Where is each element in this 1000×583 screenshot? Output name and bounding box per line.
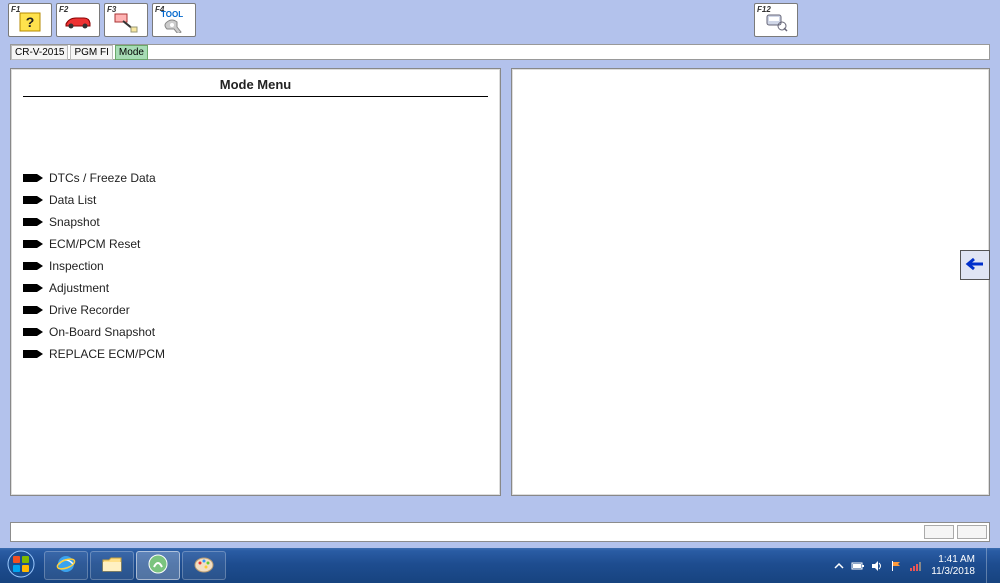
tray-date-text: 11/3/2018 xyxy=(931,566,975,578)
start-button[interactable] xyxy=(0,548,42,583)
breadcrumb-bar: CR-V-2015 PGM FI Mode xyxy=(10,44,990,60)
taskbar-ie[interactable] xyxy=(44,551,88,580)
pointing-hand-icon xyxy=(23,259,43,273)
content-area: Mode Menu DTCs / Freeze Data Data List S… xyxy=(10,68,990,496)
f4-button[interactable]: F4 TOOL xyxy=(152,3,196,37)
pointing-hand-icon xyxy=(23,237,43,251)
divider xyxy=(23,96,488,97)
toolbar: F1 ? F2 F3 F4 TOOL F12 xyxy=(0,0,1000,40)
menu-item[interactable]: REPLACE ECM/PCM xyxy=(23,343,494,365)
menu-item[interactable]: Inspection xyxy=(23,255,494,277)
menu-item-label: Inspection xyxy=(49,259,104,273)
menu-item-label: ECM/PCM Reset xyxy=(49,237,140,251)
f2-button[interactable]: F2 xyxy=(56,3,100,37)
tray-up-icon[interactable] xyxy=(832,559,846,573)
tool-icon: TOOL xyxy=(159,11,189,33)
arrow-left-icon xyxy=(965,257,985,274)
file-explorer-icon xyxy=(101,554,123,577)
menu-item-label: Data List xyxy=(49,193,96,207)
help-icon: ? xyxy=(15,11,45,33)
pointing-hand-icon xyxy=(23,347,43,361)
internet-explorer-icon xyxy=(55,553,77,578)
f1-label: F1 xyxy=(11,5,20,14)
pointing-hand-icon xyxy=(23,215,43,229)
panel-title: Mode Menu xyxy=(17,75,494,96)
f3-label: F3 xyxy=(107,5,116,14)
application-window: F1 ? F2 F3 F4 TOOL F12 xyxy=(0,0,1000,548)
diagnostic-icon xyxy=(111,11,141,33)
system-tray: 1:41 AM 11/3/2018 xyxy=(832,548,996,583)
volume-icon[interactable] xyxy=(870,559,884,573)
f12-button[interactable]: F12 xyxy=(754,3,798,37)
menu-item[interactable]: Drive Recorder xyxy=(23,299,494,321)
pointing-hand-icon xyxy=(23,193,43,207)
breadcrumb-item[interactable]: CR-V-2015 xyxy=(11,45,68,60)
flag-icon[interactable] xyxy=(889,559,903,573)
menu-item-label: REPLACE ECM/PCM xyxy=(49,347,165,361)
status-bar xyxy=(10,522,990,542)
pointing-hand-icon xyxy=(23,281,43,295)
menu-item-label: Snapshot xyxy=(49,215,100,229)
menu-item[interactable]: Data List xyxy=(23,189,494,211)
status-cell xyxy=(924,525,954,539)
f3-button[interactable]: F3 xyxy=(104,3,148,37)
tray-clock[interactable]: 1:41 AM 11/3/2018 xyxy=(931,554,975,578)
tray-time-text: 1:41 AM xyxy=(931,554,975,566)
breadcrumb-item-active[interactable]: Mode xyxy=(115,45,148,60)
tool-device-icon xyxy=(761,11,791,33)
taskbar-explorer[interactable] xyxy=(90,551,134,580)
svg-text:?: ? xyxy=(26,14,35,30)
menu-item-label: DTCs / Freeze Data xyxy=(49,171,156,185)
pointing-hand-icon xyxy=(23,171,43,185)
car-icon xyxy=(63,11,93,33)
f12-label: F12 xyxy=(757,5,771,14)
diag-app-icon xyxy=(147,553,169,578)
menu-item[interactable]: On-Board Snapshot xyxy=(23,321,494,343)
back-button[interactable] xyxy=(960,250,990,280)
f2-label: F2 xyxy=(59,5,68,14)
mode-menu-list: DTCs / Freeze Data Data List Snapshot EC… xyxy=(17,167,494,365)
menu-item-label: On-Board Snapshot xyxy=(49,325,155,339)
menu-item[interactable]: Snapshot xyxy=(23,211,494,233)
pointing-hand-icon xyxy=(23,303,43,317)
status-cell xyxy=(957,525,987,539)
menu-item-label: Drive Recorder xyxy=(49,303,130,317)
menu-item-label: Adjustment xyxy=(49,281,109,295)
menu-item[interactable]: Adjustment xyxy=(23,277,494,299)
network-icon[interactable] xyxy=(908,559,922,573)
show-desktop-button[interactable] xyxy=(986,548,996,583)
mode-menu-panel: Mode Menu DTCs / Freeze Data Data List S… xyxy=(10,68,501,496)
f1-button[interactable]: F1 ? xyxy=(8,3,52,37)
detail-panel xyxy=(511,68,990,496)
taskbar: 1:41 AM 11/3/2018 xyxy=(0,548,1000,583)
battery-icon[interactable] xyxy=(851,559,865,573)
menu-item[interactable]: DTCs / Freeze Data xyxy=(23,167,494,189)
menu-item[interactable]: ECM/PCM Reset xyxy=(23,233,494,255)
windows-logo-icon xyxy=(6,549,36,582)
breadcrumb-item[interactable]: PGM FI xyxy=(70,45,112,60)
taskbar-paint[interactable] xyxy=(182,551,226,580)
pointing-hand-icon xyxy=(23,325,43,339)
paint-icon xyxy=(193,554,215,577)
taskbar-app[interactable] xyxy=(136,551,180,580)
